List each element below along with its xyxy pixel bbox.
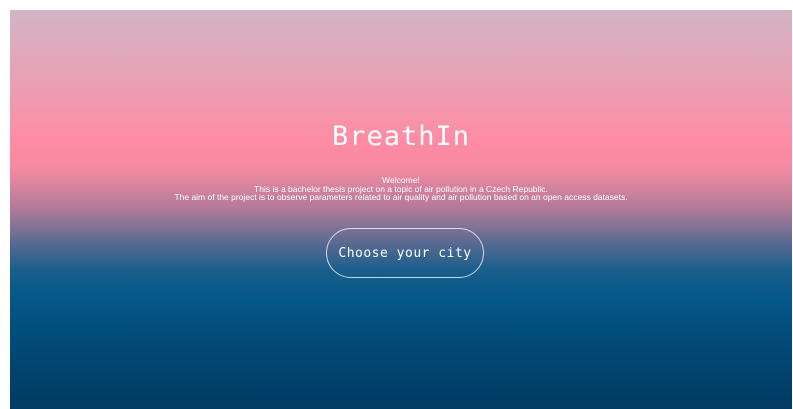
aim-line: The aim of the project is to observe par… — [174, 192, 628, 203]
app-title: BreathIn — [331, 121, 471, 152]
choose-city-button[interactable]: Choose your city — [326, 228, 484, 278]
hero-section: BreathIn Welcome! This is a bachelor the… — [10, 10, 792, 409]
intro-text: Welcome! This is a bachelor thesis proje… — [10, 176, 792, 202]
